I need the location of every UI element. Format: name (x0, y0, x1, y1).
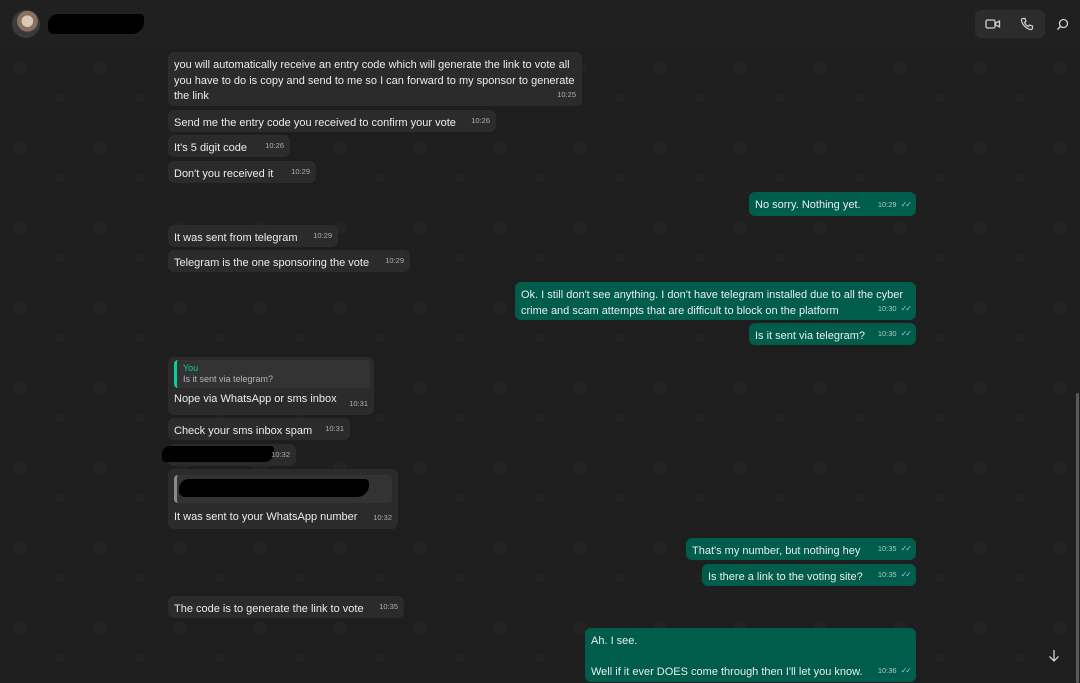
message-incoming-reply[interactable]: You Is it sent via telegram? Nope via Wh… (168, 357, 374, 415)
message-text: Check your sms inbox spam (174, 425, 313, 437)
quoted-message[interactable]: You Is it sent via telegram? (174, 360, 370, 388)
read-receipt-icon: ✓✓ (900, 199, 912, 209)
message-outgoing[interactable]: Is it sent via telegram? 10:30 ✓✓ (749, 323, 916, 345)
read-receipt-icon: ✓✓ (900, 328, 912, 338)
arrow-down-icon (1049, 650, 1059, 662)
voice-call-button[interactable] (1015, 12, 1039, 36)
message-incoming[interactable]: It was sent from telegram 10:29 (168, 225, 338, 247)
message-text: Ah. I see. (591, 635, 638, 647)
quoted-message[interactable] (174, 475, 392, 503)
message-time: 10:30 ✓✓ (877, 301, 912, 317)
message-text: Nope via WhatsApp or sms inbox (174, 393, 337, 405)
message-outgoing[interactable]: Ok. I still don't see anything. I don't … (515, 282, 916, 320)
message-time: 10:26 (265, 140, 284, 150)
message-incoming[interactable]: Send me the entry code you received to c… (168, 110, 496, 132)
chat-header (0, 0, 1080, 49)
message-text: The code is to generate the link to vote (174, 603, 364, 615)
search-icon (1056, 18, 1068, 30)
call-buttons-group (975, 10, 1045, 38)
read-receipt-icon: ✓✓ (900, 543, 912, 553)
message-incoming[interactable]: It's 5 digit code 10:26 (168, 135, 290, 157)
message-text: Telegram is the one sponsoring the vote (174, 257, 370, 269)
contact-avatar[interactable] (12, 10, 40, 38)
message-incoming[interactable]: The code is to generate the link to vote… (168, 596, 404, 618)
message-time: 10:29 (291, 166, 310, 176)
message-list[interactable]: you will automatically receive an entry … (0, 48, 1080, 683)
message-time: 10:36 ✓✓ (877, 663, 912, 679)
message-outgoing[interactable]: Ah. I see. Well if it ever DOES come thr… (585, 628, 916, 682)
scroll-to-bottom-button[interactable] (1043, 645, 1065, 667)
message-time: 10:29 ✓✓ (877, 197, 912, 213)
message-time: 10:35 ✓✓ (877, 567, 912, 583)
message-incoming[interactable]: Check your sms inbox spam 10:31 (168, 418, 350, 440)
message-text: Ok. I still don't see anything. I don't … (521, 289, 904, 317)
message-time: 10:30 ✓✓ (877, 326, 912, 342)
message-text: It was sent to your WhatsApp number (174, 511, 358, 523)
message-time: 10:31 (349, 398, 368, 408)
message-time-value: 10:35 (877, 569, 897, 579)
phone-icon (1020, 17, 1034, 31)
message-time: 10:32 (271, 449, 290, 459)
video-camera-icon (985, 19, 1001, 29)
message-time-value: 10:36 (877, 665, 897, 675)
message-incoming[interactable]: Telegram is the one sponsoring the vote … (168, 250, 410, 272)
message-time: 10:29 (313, 230, 332, 240)
message-time-value: 10:30 (877, 303, 897, 313)
message-text: Don't you received it (174, 168, 274, 180)
message-time-value: 10:29 (877, 199, 897, 209)
read-receipt-icon: ✓✓ (900, 303, 912, 313)
message-text: Send me the entry code you received to c… (174, 117, 456, 129)
video-call-button[interactable] (981, 12, 1005, 36)
read-receipt-icon: ✓✓ (900, 569, 912, 579)
read-receipt-icon: ✓✓ (900, 665, 912, 675)
message-time: 10:29 (385, 255, 404, 265)
message-incoming-reply[interactable]: It was sent to your WhatsApp number 10:3… (168, 469, 398, 529)
message-outgoing[interactable]: Is there a link to the voting site? 10:3… (702, 564, 916, 586)
redaction-mark (179, 479, 369, 497)
message-time: 10:26 (471, 115, 490, 125)
message-outgoing[interactable]: No sorry. Nothing yet. 10:29 ✓✓ (749, 192, 916, 216)
message-time-value: 10:30 (877, 328, 897, 338)
message-time: 10:35 (379, 601, 398, 611)
message-time: 10:25 (557, 89, 576, 99)
redacted-contact-name[interactable] (48, 14, 144, 34)
message-outgoing[interactable]: That's my number, but nothing hey 10:35 ✓… (686, 538, 916, 560)
message-text: It was sent from telegram (174, 232, 298, 244)
message-incoming-redacted[interactable]: 10:32 (162, 444, 296, 466)
message-incoming[interactable]: Don't you received it 10:29 (168, 161, 316, 183)
scrollbar[interactable] (1076, 393, 1079, 683)
message-time: 10:32 (373, 512, 392, 522)
message-time-value: 10:35 (877, 543, 897, 553)
quoted-author: You (183, 363, 199, 373)
message-time: 10:35 ✓✓ (877, 541, 912, 557)
message-text-line2: Well if it ever DOES come through then I… (591, 665, 863, 678)
redaction-mark (162, 446, 274, 462)
message-text: you will automatically receive an entry … (174, 59, 575, 102)
search-button[interactable] (1052, 14, 1072, 34)
message-incoming[interactable]: you will automatically receive an entry … (168, 52, 582, 106)
message-time: 10:31 (325, 423, 344, 433)
quoted-text: Is it sent via telegram? (183, 374, 274, 384)
